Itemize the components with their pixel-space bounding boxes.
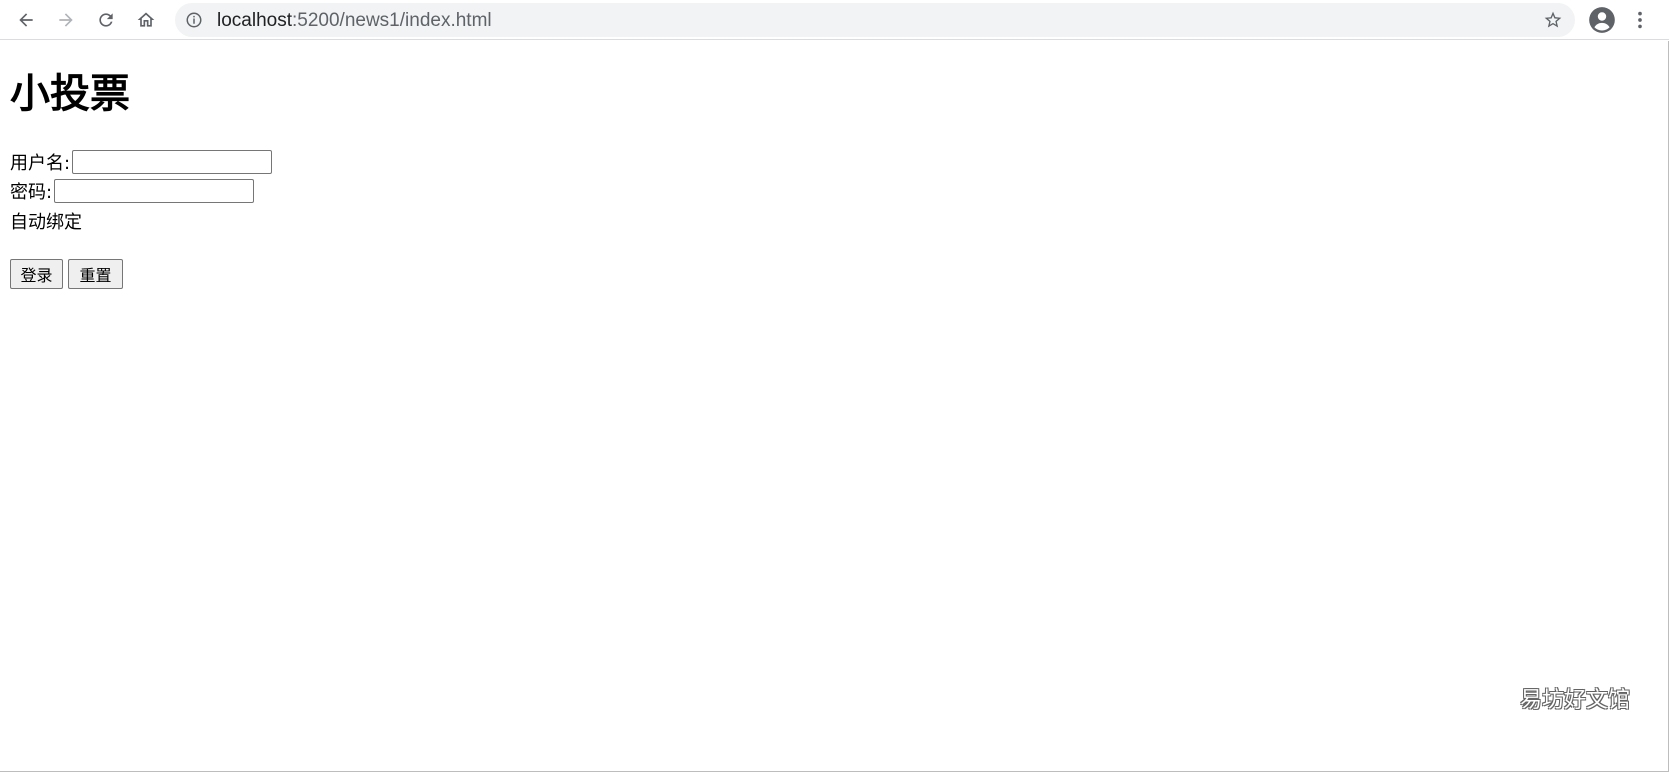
url-host: localhost <box>217 10 292 31</box>
star-icon[interactable] <box>1543 10 1563 30</box>
url-path: :5200/news1/index.html <box>292 10 492 31</box>
login-button[interactable]: 登录 <box>10 259 63 289</box>
info-icon[interactable] <box>185 11 203 29</box>
watermark: 易坊好文馆 <box>1520 688 1631 713</box>
profile-button[interactable] <box>1586 4 1618 36</box>
profile-icon <box>1589 7 1615 33</box>
address-bar[interactable]: localhost:5200/news1/index.html <box>175 3 1575 37</box>
browser-toolbar: localhost:5200/news1/index.html <box>0 0 1669 40</box>
reset-button[interactable]: 重置 <box>68 259 123 289</box>
page-title: 小投票 <box>10 71 130 117</box>
back-arrow-icon <box>19 13 33 27</box>
url-text: localhost:5200/news1/index.html <box>217 10 492 32</box>
username-input[interactable] <box>72 150 273 174</box>
auto-bind-label: 自动绑定 <box>10 212 82 233</box>
menu-button[interactable] <box>1626 4 1654 36</box>
forward-arrow-icon <box>59 13 73 27</box>
username-row: 用户名: <box>10 148 273 176</box>
password-input[interactable] <box>54 179 255 203</box>
home-icon <box>137 12 155 27</box>
menu-dots-icon <box>1638 11 1642 29</box>
page-content: 小投票 用户名: 密码: 自动绑定 登录 重置 <box>0 41 1669 772</box>
forward-button[interactable] <box>50 4 82 36</box>
password-row: 密码: <box>10 177 255 205</box>
back-button[interactable] <box>10 4 42 36</box>
auto-bind-row: 自动绑定 <box>10 207 82 235</box>
password-label: 密码: <box>10 182 53 203</box>
reload-button[interactable] <box>90 4 122 36</box>
reload-icon <box>99 13 113 27</box>
home-button[interactable] <box>130 4 162 36</box>
username-label: 用户名: <box>10 153 71 174</box>
